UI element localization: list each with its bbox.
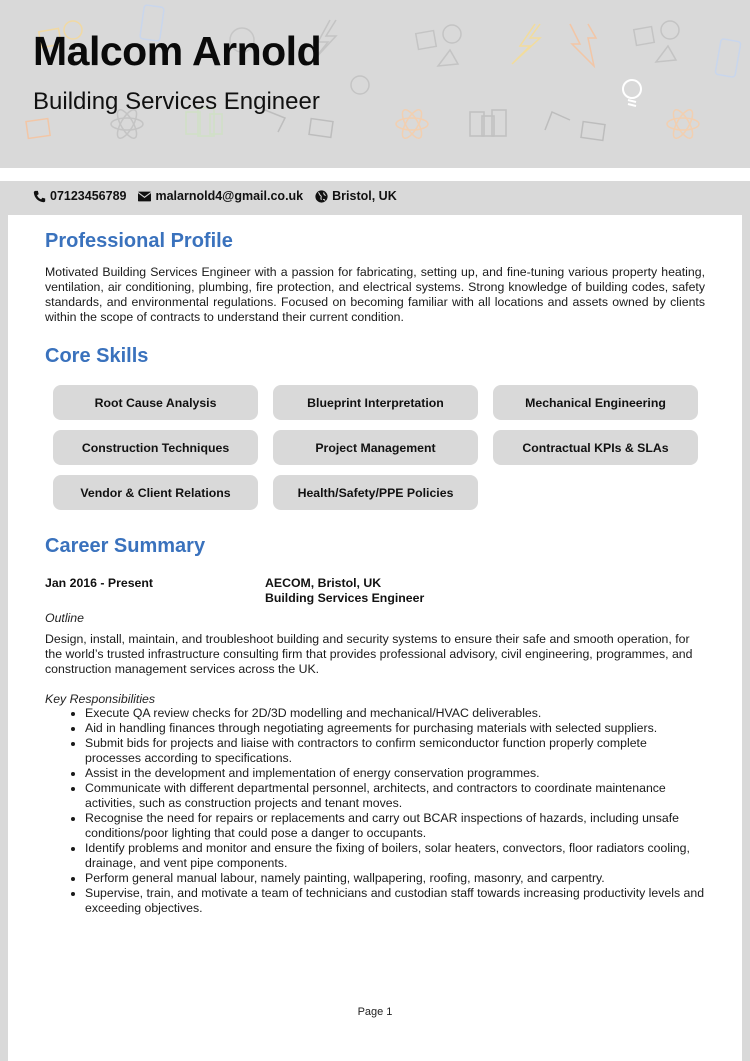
skill-badge: Blueprint Interpretation <box>273 385 478 420</box>
page-border-left <box>0 215 8 1061</box>
envelope-icon <box>138 191 152 201</box>
contact-email[interactable]: malarnold4@gmail.co.uk <box>138 189 303 203</box>
job-dates: Jan 2016 - Present <box>45 576 154 590</box>
browser-window-icon <box>308 117 334 139</box>
contact-bar: 07123456789 malarnold4@gmail.co.uk Brist… <box>0 181 750 215</box>
lightning-icon <box>511 23 542 65</box>
resume-header: Malcom Arnold Building Services Engineer <box>0 0 750 168</box>
candidate-name: Malcom Arnold <box>33 28 322 74</box>
job-title: Building Services Engineer <box>33 88 320 115</box>
responsibility-item: Submit bids for projects and liaise with… <box>85 736 705 766</box>
skill-badge: Health/Safety/PPE Policies <box>273 475 478 510</box>
browser-window-icon <box>25 117 51 140</box>
job-entry: Jan 2016 - Present AECOM, Bristol, UK Bu… <box>45 576 705 916</box>
section-heading: Core Skills <box>45 345 149 367</box>
responsibility-item: Supervise, train, and motivate a team of… <box>85 886 705 916</box>
responsibility-item: Recognise the need for repairs or replac… <box>85 811 705 841</box>
job-role: Building Services Engineer <box>265 591 425 605</box>
atom-icon <box>395 109 429 139</box>
skill-badge: Construction Techniques <box>53 430 258 465</box>
contact-location: Bristol, UK <box>315 189 397 203</box>
atom-icon <box>666 109 700 139</box>
skill-badge: Root Cause Analysis <box>53 385 258 420</box>
section-heading: Career Summary <box>45 535 206 557</box>
responsibility-item: Aid in handling finances through negotia… <box>85 721 705 736</box>
responsibility-item: Execute QA review checks for 2D/3D model… <box>85 706 705 721</box>
resume-body: Professional Profile Motivated Building … <box>45 230 705 916</box>
globe-icon <box>315 189 328 203</box>
responsibility-item: Identify problems and monitor and ensure… <box>85 841 705 871</box>
lightbulb-icon <box>350 75 370 95</box>
section-heading: Professional Profile <box>45 230 233 252</box>
skills-grid: Root Cause Analysis Blueprint Interpreta… <box>53 385 705 510</box>
email-address: malarnold4@gmail.co.uk <box>155 189 304 203</box>
job-company: AECOM, Bristol, UK <box>265 576 382 590</box>
skill-badge: Vendor & Client Relations <box>53 475 258 510</box>
outline-text: Design, install, maintain, and troublesh… <box>45 632 693 676</box>
mobile-pin-icon <box>714 38 742 78</box>
decorative-background-icons <box>25 4 742 142</box>
profile-text: Motivated Building Services Engineer wit… <box>45 265 705 324</box>
location-text: Bristol, UK <box>332 189 397 203</box>
career-summary-section: Career Summary Jan 2016 - Present AECOM,… <box>45 535 705 916</box>
lightbulb-icon <box>622 79 642 107</box>
buildings-icon <box>469 109 507 137</box>
professional-profile-section: Professional Profile Motivated Building … <box>45 230 705 325</box>
phone-icon <box>33 190 46 202</box>
page-number: Page 1 <box>357 1006 393 1018</box>
browser-window-icon <box>580 120 606 142</box>
phone-number: 07123456789 <box>50 189 127 203</box>
skill-badge: Contractual KPIs & SLAs <box>493 430 698 465</box>
skill-badge: Mechanical Engineering <box>493 385 698 420</box>
responsibilities-list: Execute QA review checks for 2D/3D model… <box>45 706 705 916</box>
outline-label: Outline <box>45 611 84 625</box>
skill-badge: Project Management <box>273 430 478 465</box>
core-skills-section: Core Skills Root Cause Analysis Blueprin… <box>45 345 705 510</box>
responsibilities-label: Key Responsibilities <box>45 692 156 706</box>
responsibility-item: Perform general manual labour, namely pa… <box>85 871 705 886</box>
lightning-icon <box>569 23 598 69</box>
page-border-right <box>742 215 750 1061</box>
shapes-icon <box>414 24 462 67</box>
shapes-icon <box>632 20 680 63</box>
contact-phone[interactable]: 07123456789 <box>33 189 126 203</box>
responsibility-item: Communicate with different departmental … <box>85 781 705 811</box>
angle-icon <box>544 110 571 131</box>
responsibility-item: Assist in the development and implementa… <box>85 766 705 781</box>
